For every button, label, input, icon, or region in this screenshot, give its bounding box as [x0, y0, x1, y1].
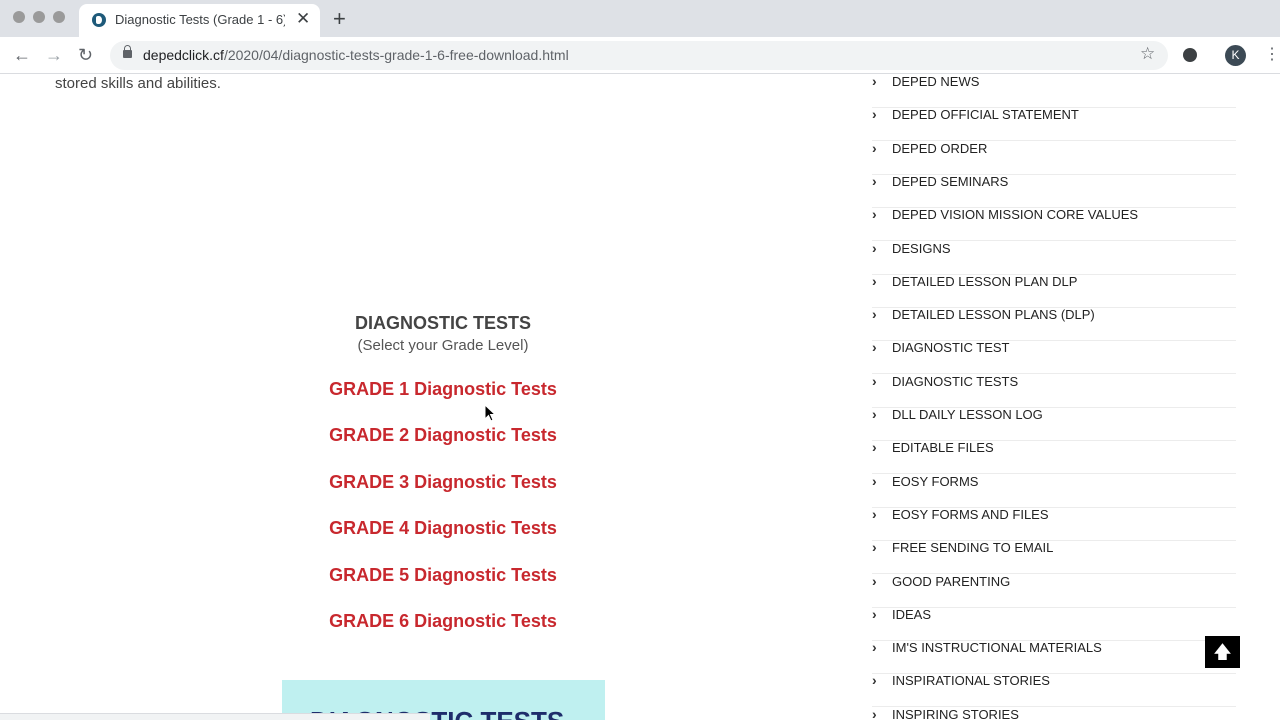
profile-avatar[interactable]: K	[1225, 45, 1246, 66]
sidebar-category-label: EOSY FORMS AND FILES	[892, 506, 1049, 522]
grade-1-link[interactable]: GRADE 1 Diagnostic Tests	[283, 379, 603, 400]
back-icon[interactable]: ←	[13, 45, 31, 65]
grade-4-link[interactable]: GRADE 4 Diagnostic Tests	[283, 518, 603, 539]
sidebar-category-item[interactable]: › DEPED SEMINARS	[872, 172, 1236, 208]
address-bar[interactable]: depedclick.cf/2020/04/diagnostic-tests-g…	[110, 41, 1168, 70]
new-tab-button[interactable]: +	[333, 7, 346, 31]
chevron-right-icon: ›	[872, 472, 877, 489]
chevron-right-icon: ›	[872, 705, 877, 720]
grade-5-link[interactable]: GRADE 5 Diagnostic Tests	[283, 565, 603, 586]
lock-icon[interactable]	[123, 45, 132, 58]
sidebar-category-item[interactable]: › DEPED OFFICIAL STATEMENT	[872, 106, 1236, 142]
chevron-right-icon: ›	[872, 672, 877, 689]
sidebar-category-item[interactable]: › DIAGNOSTIC TEST	[872, 339, 1236, 375]
chevron-right-icon: ›	[872, 406, 877, 422]
chevron-right-icon: ›	[872, 239, 877, 256]
sidebar-category-item[interactable]: › INSPIRING STORIES	[872, 705, 1236, 720]
chevron-right-icon: ›	[872, 339, 877, 356]
messenger-extension-icon[interactable]	[1183, 48, 1197, 62]
tab-close-icon[interactable]: ✕	[296, 9, 310, 29]
sidebar-category-label: DEPED VISION MISSION CORE VALUES	[892, 207, 1139, 223]
grade-3-link[interactable]: GRADE 3 Diagnostic Tests	[283, 472, 603, 493]
zoom-window-button[interactable]	[53, 11, 65, 23]
sidebar-category-label: EOSY FORMS	[892, 473, 979, 489]
sidebar-category-item[interactable]: › DEPED VISION MISSION CORE VALUES	[872, 206, 1236, 242]
sidebar-category-label: DESIGNS	[892, 240, 951, 256]
sidebar-category-item[interactable]: › INSPIRATIONAL STORIES	[872, 672, 1236, 708]
sidebar-category-label: EDITABLE FILES	[892, 440, 994, 456]
sidebar-category-label: DETAILED LESSON PLANS (DLP)	[892, 307, 1095, 323]
sidebar-category-item[interactable]: › DEPED ORDER	[872, 139, 1236, 175]
back-to-top-button[interactable]: 🡅	[1205, 636, 1240, 668]
sidebar-category-label: DEPED OFFICIAL STATEMENT	[892, 107, 1079, 123]
sidebar-category-item[interactable]: › DLL DAILY LESSON LOG	[872, 406, 1236, 441]
sidebar-category-label: DETAILED LESSON PLAN DLP	[892, 273, 1078, 289]
sidebar-category-label: INSPIRATIONAL STORIES	[892, 673, 1050, 689]
minimize-window-button[interactable]	[33, 11, 45, 23]
browser-menu-icon[interactable]: ⋮	[1264, 45, 1280, 65]
sidebar-category-label: DLL DAILY LESSON LOG	[892, 407, 1043, 422]
url-host: depedclick.cf	[143, 47, 224, 63]
chevron-right-icon: ›	[872, 539, 877, 556]
sidebar-category-label: FREE SENDING TO EMAIL	[892, 540, 1054, 556]
active-tab[interactable]: Diagnostic Tests (Grade 1 - 6) F ✕	[79, 4, 320, 37]
chevron-right-icon: ›	[872, 572, 877, 589]
sidebar-category-label: INSPIRING STORIES	[892, 706, 1019, 720]
sidebar-category-item[interactable]: › EDITABLE FILES	[872, 439, 1236, 475]
sidebar-category-label: DIAGNOSTIC TEST	[892, 340, 1010, 356]
sidebar-category-item[interactable]: › EOSY FORMS AND FILES	[872, 505, 1236, 541]
sidebar-category-label: IDEAS	[892, 606, 932, 622]
sidebar-category-item[interactable]: › DEPED NEWS	[872, 75, 1236, 108]
sidebar-category-item[interactable]: › IDEAS	[872, 605, 1236, 641]
chevron-right-icon: ›	[872, 75, 877, 89]
chevron-right-icon: ›	[872, 139, 877, 156]
chevron-right-icon: ›	[872, 639, 877, 656]
diagnostic-tests-heading: DIAGNOSTIC TESTS	[354, 313, 531, 333]
sidebar-category-item[interactable]: › DESIGNS	[872, 239, 1236, 275]
site-favicon-icon	[92, 13, 106, 27]
sidebar-category-item[interactable]: › FREE SENDING TO EMAIL	[872, 539, 1236, 575]
chevron-right-icon: ›	[872, 505, 877, 522]
sidebar-category-item[interactable]: › DIAGNOSTIC TESTS	[872, 372, 1236, 408]
sidebar-category-label: IM'S INSTRUCTIONAL MATERIALS	[892, 640, 1102, 656]
sidebar-category-item[interactable]: › DETAILED LESSON PLAN DLP	[872, 272, 1236, 308]
chevron-right-icon: ›	[872, 206, 877, 223]
chevron-right-icon: ›	[872, 272, 877, 289]
intro-text: stored skills and abilities.	[55, 75, 221, 92]
tab-strip: Diagnostic Tests (Grade 1 - 6) F ✕ +	[0, 0, 1280, 37]
page-content: stored skills and abilities. DIAGNOSTIC …	[0, 75, 1280, 720]
forward-icon[interactable]: →	[45, 45, 63, 65]
close-window-button[interactable]	[13, 11, 25, 23]
reload-icon[interactable]: ↻	[78, 45, 93, 65]
url-text[interactable]: depedclick.cf/2020/04/diagnostic-tests-g…	[143, 47, 569, 63]
grade-2-link[interactable]: GRADE 2 Diagnostic Tests	[283, 425, 603, 446]
sidebar-category-label: DIAGNOSTIC TESTS	[892, 373, 1019, 389]
grade-level-subheading: (Select your Grade Level)	[357, 337, 529, 354]
bookmark-star-icon[interactable]: ☆	[1140, 44, 1155, 64]
sidebar-category-label: DEPED SEMINARS	[892, 173, 1009, 189]
sidebar-category-item[interactable]: › DETAILED LESSON PLANS (DLP)	[872, 306, 1236, 342]
chevron-right-icon: ›	[872, 439, 877, 456]
browser-toolbar: ← → ↻ depedclick.cf/2020/04/diagnostic-t…	[0, 37, 1280, 74]
status-bar	[0, 713, 430, 720]
sidebar-category-label: DEPED ORDER	[892, 140, 988, 156]
url-path: /2020/04/diagnostic-tests-grade-1-6-free…	[223, 47, 569, 63]
sidebar-category-item[interactable]: › GOOD PARENTING	[872, 572, 1236, 608]
sidebar-category-item[interactable]: › EOSY FORMS	[872, 472, 1236, 508]
chevron-right-icon: ›	[872, 605, 877, 622]
chevron-right-icon: ›	[872, 106, 877, 123]
chevron-right-icon: ›	[872, 172, 877, 189]
sidebar-category-item[interactable]: › IM'S INSTRUCTIONAL MATERIALS	[872, 639, 1236, 675]
chevron-right-icon: ›	[872, 306, 877, 323]
sidebar-category-label: GOOD PARENTING	[892, 573, 1011, 589]
tab-title: Diagnostic Tests (Grade 1 - 6) F	[115, 12, 285, 27]
sidebar-category-label: DEPED NEWS	[892, 75, 980, 89]
grade-6-link[interactable]: GRADE 6 Diagnostic Tests	[283, 611, 603, 632]
chevron-right-icon: ›	[872, 372, 877, 389]
